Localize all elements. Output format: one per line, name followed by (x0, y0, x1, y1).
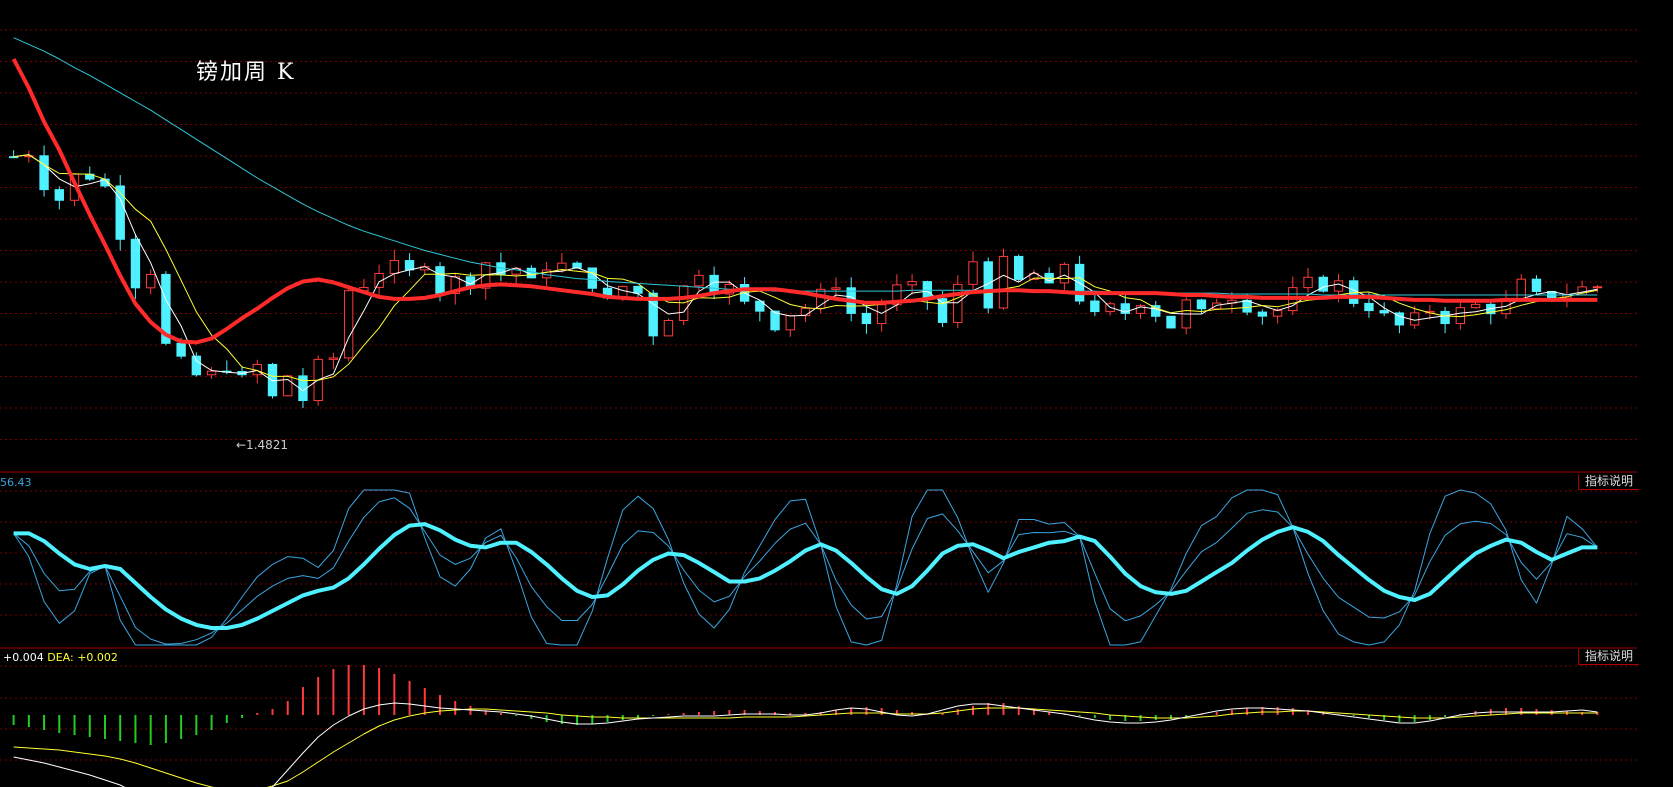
ma20-line (11, 58, 1598, 345)
up-candle (557, 262, 567, 271)
min-price-annotation: ←1.4821 (236, 438, 289, 452)
up-candle (663, 320, 674, 337)
down-candle (1014, 255, 1024, 280)
down-candle (1531, 278, 1542, 292)
down-candle (54, 189, 64, 201)
up-candle (343, 290, 354, 359)
macd-dea-value: +0.002 (77, 651, 118, 664)
down-candle (861, 312, 872, 325)
kdj-value-label: 56.43 (0, 476, 32, 489)
up-candle (1470, 303, 1481, 309)
down-candle (633, 285, 643, 294)
up-candle (694, 274, 704, 287)
down-candle (130, 238, 141, 289)
up-candle (1211, 302, 1222, 310)
up-candle (1059, 263, 1070, 284)
up-candle (145, 273, 156, 289)
up-candle (785, 315, 795, 331)
up-candle (328, 357, 339, 360)
down-candle (1440, 310, 1450, 325)
up-candle (998, 255, 1009, 309)
chart-title: 镑加周 K (196, 60, 296, 85)
down-candle (1364, 302, 1374, 312)
up-candle (1333, 280, 1344, 292)
up-candle (1455, 307, 1466, 325)
down-candle (435, 266, 445, 294)
down-candle (1257, 311, 1268, 317)
down-candle (404, 260, 415, 271)
down-candle (1090, 300, 1100, 313)
ma5-line (13, 154, 1598, 392)
down-candle (587, 267, 597, 289)
down-candle (176, 342, 186, 357)
down-candle (770, 310, 780, 331)
up-candle (206, 370, 217, 376)
kdj-k-line (13, 522, 1598, 630)
down-candle (1166, 315, 1176, 329)
down-candle (39, 155, 49, 191)
up-candle (831, 287, 841, 290)
down-candle (8, 156, 19, 159)
down-candle (1196, 299, 1207, 310)
candlestick-chart (0, 29, 1637, 787)
down-candle (1379, 310, 1389, 314)
macd-indicator-help-button[interactable]: 指标说明 (1577, 649, 1639, 665)
down-candle (115, 185, 125, 240)
up-candle (907, 281, 917, 286)
up-candle (1272, 310, 1283, 317)
macd-dea-line (13, 707, 1598, 787)
up-candle (968, 261, 978, 285)
up-candle (1409, 312, 1420, 326)
macd-dea-prefix: DEA: (47, 651, 74, 664)
macd-value-label: +0.004 DEA: +0.002 (3, 651, 118, 664)
ma10-line (13, 154, 1598, 382)
up-candle (1592, 286, 1603, 289)
up-candle (1303, 276, 1313, 289)
down-candle (1151, 305, 1161, 317)
macd-dif-value: +0.004 (3, 651, 44, 664)
up-candle (876, 304, 887, 325)
kdj-indicator-help-button[interactable]: 指标说明 (1577, 474, 1639, 490)
up-candle (389, 260, 400, 274)
down-candle (191, 355, 202, 376)
up-candle (800, 307, 811, 317)
up-candle (283, 375, 293, 397)
